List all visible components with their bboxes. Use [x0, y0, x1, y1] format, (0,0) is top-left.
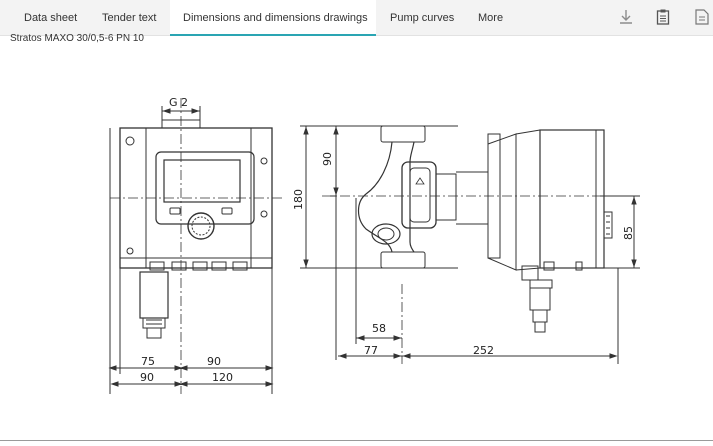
document-icon[interactable]: [693, 8, 711, 26]
label-77: 77: [364, 344, 378, 357]
product-name: Stratos MAXO 30/0,5-6 PN 10: [10, 33, 144, 44]
label-252: 252: [473, 344, 494, 357]
tab-pump-curves[interactable]: Pump curves: [390, 0, 454, 36]
tab-bar: Data sheet Tender text Dimensions and di…: [0, 0, 713, 36]
tab-more[interactable]: More: [478, 0, 503, 36]
label-85: 85: [622, 226, 635, 240]
dimension-drawing: G 2 75 90 90 120 180 90 58 77 252 85: [108, 96, 640, 394]
clipboard-icon[interactable]: [654, 8, 672, 26]
pump-housing: [401, 161, 437, 229]
display: [163, 159, 241, 203]
label-90-vertical: 90: [321, 152, 334, 166]
label-g2: G 2: [169, 96, 188, 109]
label-180: 180: [292, 189, 305, 210]
label-90-top: 90: [207, 355, 221, 368]
label-75: 75: [141, 355, 155, 368]
tab-tender-text[interactable]: Tender text: [102, 0, 156, 36]
cable-gland: [139, 271, 169, 319]
label-58: 58: [372, 322, 386, 335]
label-120: 120: [212, 371, 233, 384]
motor-housing: [539, 129, 605, 269]
tab-data-sheet[interactable]: Data sheet: [24, 0, 77, 36]
download-icon[interactable]: [617, 8, 635, 26]
tab-dimensions[interactable]: Dimensions and dimensions drawings: [170, 0, 376, 36]
panel-bottom-border: [0, 440, 713, 446]
label-90-bottom: 90: [140, 371, 154, 384]
